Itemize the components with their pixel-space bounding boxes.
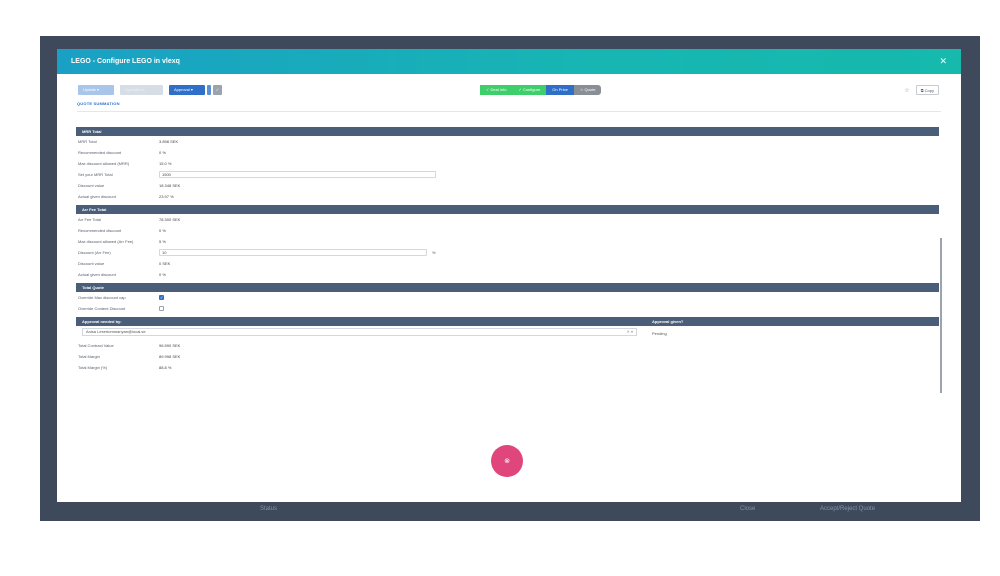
form-row: Actual given discount 23.97 %: [76, 191, 939, 202]
field-label: Max discount allowed (Arr Fee): [78, 239, 134, 244]
modal-title: LEGO - Configure LEGO in vlexq: [71, 58, 180, 65]
action-icon: ⊗: [504, 458, 510, 465]
field-value: 78.300 SEK: [159, 217, 181, 222]
field-label: Actual given discount: [78, 194, 116, 199]
approval-needed-header: Approval needed by:: [82, 319, 122, 324]
form-row: Total Margin 89.998 SEK: [76, 351, 939, 362]
field-value: 0 %: [159, 150, 166, 155]
section-header-arr: Arr Fee Total: [76, 205, 939, 214]
fab-button[interactable]: ⊗: [491, 445, 523, 477]
star-icon[interactable]: ☆: [904, 87, 909, 94]
copy-button[interactable]: ⧉ Copy: [915, 85, 939, 95]
step-configure[interactable]: ✓ Configure: [512, 85, 547, 95]
configure-modal: LEGO - Configure LEGO in vlexq ✕ Update …: [57, 49, 961, 502]
form-row: Arr Fee Total 78.300 SEK: [76, 214, 939, 225]
field-value: 96.590 SEK: [159, 343, 181, 348]
field-label: Recommended discount: [78, 150, 122, 155]
percent-unit: %: [432, 250, 436, 255]
form-row: Discount (Arr Fee) 10%: [76, 247, 939, 258]
toolbar: Update ▾ Operations Approval ▾ ✓ ✓ Deal …: [57, 85, 961, 101]
field-label: Set your MRR Total: [78, 172, 113, 177]
field-value: 89.998 SEK: [159, 354, 181, 359]
form-row: Total Margin (%) 88.8 %: [76, 362, 939, 373]
section-header-mrr: MRR Total: [76, 127, 939, 136]
field-label: Total Contract Value: [78, 343, 114, 348]
form-row: Override Content Discount: [76, 303, 939, 314]
form-row: Discount value 0 SEK: [76, 258, 939, 269]
field-label: Total Margin: [78, 354, 100, 359]
approver-select-value: Anisa Lesertommanyan@local.se: [86, 329, 146, 334]
form-row: Set your MRR Total 1500: [76, 169, 939, 180]
field-label: MRR Total: [78, 139, 97, 144]
scrollbar[interactable]: [940, 238, 942, 393]
form-row: Override Max discount cap ✓: [76, 292, 939, 303]
field-label: Override Content Discount: [78, 306, 126, 311]
override-max-discount-checkbox[interactable]: ✓: [159, 295, 164, 300]
field-label: Arr Fee Total: [78, 217, 101, 222]
field-label: Recommended discount: [78, 228, 122, 233]
tab-quote-summation[interactable]: QUOTE SUMMATION: [77, 101, 961, 106]
chevron-down-icon[interactable]: ✕ ▾: [627, 329, 633, 335]
form-row: Max discount allowed (Arr Fee) 5 %: [76, 236, 939, 247]
tab-divider: [77, 111, 941, 112]
field-value: 3.898 SEK: [159, 139, 179, 144]
field-label: Actual given discount: [78, 272, 116, 277]
field-value: 0 %: [159, 272, 166, 277]
modal-header: LEGO - Configure LEGO in vlexq ✕: [57, 49, 961, 74]
approval-status: Pending: [652, 331, 667, 336]
background-label: Accept/Reject Quote: [820, 506, 876, 512]
form-row: Discount value 18.348 SEK: [76, 180, 939, 191]
approver-select[interactable]: Anisa Lesertommanyan@local.se ✕ ▾: [82, 328, 637, 336]
field-label: Max discount allowed (MRR): [78, 161, 130, 166]
field-label: Override Max discount cap: [78, 295, 126, 300]
override-content-discount-checkbox[interactable]: [159, 306, 164, 311]
field-value: 0 %: [159, 228, 166, 233]
progress-steps: ✓ Deal Info ✓ Configure On Price ☆ Quote: [480, 85, 602, 95]
field-label: Total Margin (%): [78, 365, 108, 370]
operations-button[interactable]: Operations: [120, 85, 163, 95]
approval-extra-button[interactable]: [207, 85, 211, 95]
form-row: Total Contract Value 96.590 SEK: [76, 340, 939, 351]
section-header-total-quote: Total Quote: [76, 283, 939, 292]
check-icon[interactable]: ✓: [213, 85, 222, 95]
field-label: Discount value: [78, 183, 105, 188]
step-deal-info[interactable]: ✓ Deal Info: [480, 85, 513, 95]
form-row: Recommended discount 0 %: [76, 225, 939, 236]
approval-button[interactable]: Approval ▾: [169, 85, 205, 95]
form-row: Max discount allowed (MRR) 15.0 %: [76, 158, 939, 169]
field-value: 18.348 SEK: [159, 183, 181, 188]
background-label: Status: [260, 506, 278, 512]
section-header-approval: Approval needed by: Approval given?: [76, 317, 939, 326]
quote-content: MRR Total MRR Total 3.898 SEK Recommended…: [76, 127, 939, 497]
mrr-total-input[interactable]: 1500: [159, 171, 436, 178]
form-row: MRR Total 3.898 SEK: [76, 136, 939, 147]
approval-row: Anisa Lesertommanyan@local.se ✕ ▾ Pendin…: [76, 328, 939, 340]
close-icon[interactable]: ✕: [939, 56, 947, 67]
field-label: Discount value: [78, 261, 105, 266]
step-price[interactable]: On Price: [546, 85, 574, 95]
step-quote[interactable]: ☆ Quote: [573, 85, 602, 95]
form-row: Actual given discount 0 %: [76, 269, 939, 280]
field-value: 23.97 %: [159, 194, 174, 199]
field-label: Discount (Arr Fee): [78, 250, 111, 255]
arr-discount-input[interactable]: 10: [159, 249, 427, 256]
field-value: 15.0 %: [159, 161, 172, 166]
form-row: Recommended discount 0 %: [76, 147, 939, 158]
field-value: 88.8 %: [159, 365, 172, 370]
field-value: 5 %: [159, 239, 166, 244]
approval-given-header: Approval given?: [652, 319, 684, 324]
update-button[interactable]: Update ▾: [78, 85, 114, 95]
right-tools: ☆ ⧉ Copy: [904, 85, 939, 95]
field-value: 0 SEK: [159, 261, 171, 266]
background-label: Close: [740, 506, 756, 512]
